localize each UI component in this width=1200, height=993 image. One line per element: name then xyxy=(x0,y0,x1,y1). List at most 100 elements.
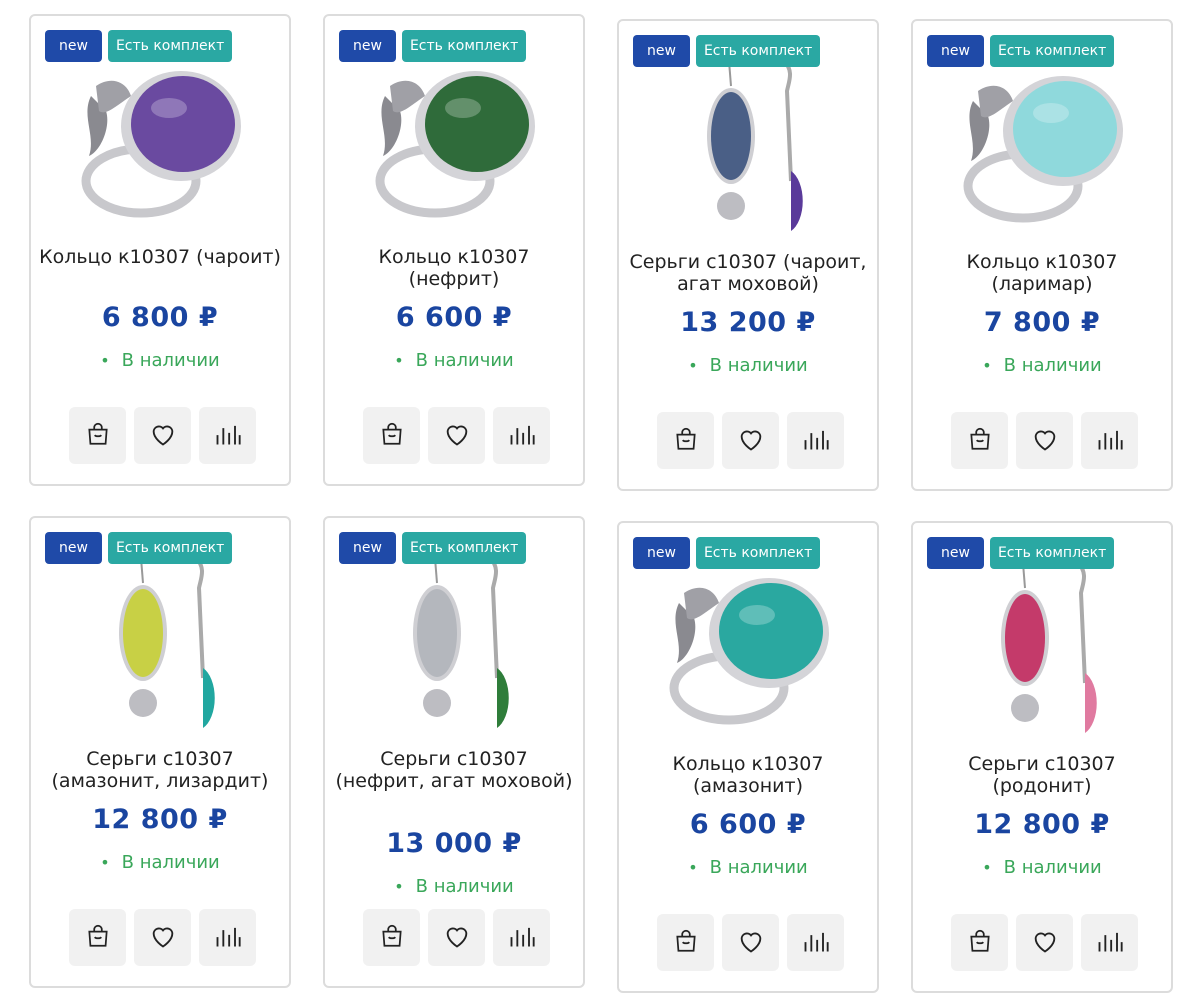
badge-group: new Есть комплект xyxy=(45,532,233,564)
product-title[interactable]: Серьги с10307 (чароит, агат моховой) xyxy=(627,251,869,295)
product-title[interactable]: Серьги с10307 (амазонит, лизардит) xyxy=(39,748,281,792)
product-card[interactable]: new Есть комплект Кольцо к10307 (чароит)… xyxy=(29,14,291,486)
new-badge: new xyxy=(339,532,396,564)
stock-dot-icon: • xyxy=(394,351,404,370)
compare-button[interactable] xyxy=(1081,914,1138,971)
add-to-favorites-button[interactable] xyxy=(428,407,485,464)
compare-icon xyxy=(802,928,830,958)
card-actions xyxy=(363,909,550,966)
stock-status: • В наличии xyxy=(619,355,877,376)
set-badge[interactable]: Есть комплект xyxy=(107,30,233,62)
badge-group: new Есть комплект xyxy=(339,30,527,62)
card-actions xyxy=(951,412,1138,469)
add-to-cart-button[interactable] xyxy=(69,407,126,464)
product-title[interactable]: Кольцо к10307 (чароит) xyxy=(39,246,281,268)
cart-icon xyxy=(967,928,993,958)
product-image[interactable] xyxy=(953,561,1133,733)
card-actions xyxy=(657,914,844,971)
heart-icon xyxy=(1031,426,1059,456)
product-title[interactable]: Серьги с10307 (родонит) xyxy=(921,753,1163,797)
product-title[interactable]: Кольцо к10307 (ларимар) xyxy=(921,251,1163,295)
set-badge[interactable]: Есть комплект xyxy=(401,532,527,564)
cart-icon xyxy=(673,426,699,456)
set-badge[interactable]: Есть комплект xyxy=(989,537,1115,569)
stock-label: В наличии xyxy=(1003,857,1102,878)
add-to-favorites-button[interactable] xyxy=(722,914,779,971)
stock-label: В наличии xyxy=(709,355,808,376)
compare-button[interactable] xyxy=(787,914,844,971)
add-to-favorites-button[interactable] xyxy=(134,909,191,966)
set-badge[interactable]: Есть комплект xyxy=(989,35,1115,67)
heart-icon xyxy=(737,426,765,456)
product-card[interactable]: new Есть комплект Серьги с10307 (родонит… xyxy=(911,521,1173,993)
product-title[interactable]: Серьги с10307 (нефрит, агат моховой) xyxy=(333,748,575,792)
cart-icon xyxy=(85,421,111,451)
product-image[interactable] xyxy=(71,56,251,226)
product-image[interactable] xyxy=(953,61,1133,231)
add-to-favorites-button[interactable] xyxy=(428,909,485,966)
add-to-favorites-button[interactable] xyxy=(722,412,779,469)
compare-button[interactable] xyxy=(493,909,550,966)
stock-status: • В наличии xyxy=(913,355,1171,376)
product-title[interactable]: Кольцо к10307 (амазонит) xyxy=(627,753,869,797)
add-to-cart-button[interactable] xyxy=(951,914,1008,971)
add-to-cart-button[interactable] xyxy=(951,412,1008,469)
add-to-favorites-button[interactable] xyxy=(1016,914,1073,971)
product-card[interactable]: new Есть комплект Серьги с10307 (чароит,… xyxy=(617,19,879,491)
set-badge[interactable]: Есть комплект xyxy=(107,532,233,564)
set-badge[interactable]: Есть комплект xyxy=(695,35,821,67)
product-price: 6 800 ₽ xyxy=(101,302,219,333)
add-to-favorites-button[interactable] xyxy=(134,407,191,464)
compare-button[interactable] xyxy=(787,412,844,469)
set-badge[interactable]: Есть комплект xyxy=(401,30,527,62)
add-to-cart-button[interactable] xyxy=(657,914,714,971)
heart-icon xyxy=(149,923,177,953)
set-badge[interactable]: Есть комплект xyxy=(695,537,821,569)
product-image[interactable] xyxy=(659,563,839,733)
add-to-favorites-button[interactable] xyxy=(1016,412,1073,469)
stock-status: • В наличии xyxy=(31,350,289,371)
add-to-cart-button[interactable] xyxy=(657,412,714,469)
new-badge: new xyxy=(45,30,102,62)
product-card[interactable]: new Есть комплект Кольцо к10307 (амазони… xyxy=(617,521,879,993)
badge-group: new Есть комплект xyxy=(45,30,233,62)
product-image[interactable] xyxy=(71,556,251,728)
stock-dot-icon: • xyxy=(394,877,404,896)
product-title[interactable]: Кольцо к10307 (нефрит) xyxy=(333,246,575,290)
compare-button[interactable] xyxy=(199,407,256,464)
badge-group: new Есть комплект xyxy=(927,537,1115,569)
badge-group: new Есть комплект xyxy=(927,35,1115,67)
compare-button[interactable] xyxy=(199,909,256,966)
product-card[interactable]: new Есть комплект Кольцо к10307 (нефрит)… xyxy=(323,14,585,486)
product-image[interactable] xyxy=(365,56,545,226)
heart-icon xyxy=(443,421,471,451)
product-image[interactable] xyxy=(365,556,545,728)
product-image[interactable] xyxy=(659,59,839,231)
add-to-cart-button[interactable] xyxy=(363,407,420,464)
new-badge: new xyxy=(927,35,984,67)
product-card[interactable]: new Есть комплект Серьги с10307 (амазони… xyxy=(29,516,291,988)
compare-icon xyxy=(802,426,830,456)
cart-icon xyxy=(85,923,111,953)
add-to-cart-button[interactable] xyxy=(363,909,420,966)
product-card[interactable]: new Есть комплект Серьги с10307 (нефрит,… xyxy=(323,516,585,988)
stock-label: В наличии xyxy=(415,876,514,897)
heart-icon xyxy=(443,923,471,953)
compare-button[interactable] xyxy=(493,407,550,464)
stock-status: • В наличии xyxy=(31,852,289,873)
new-badge: new xyxy=(927,537,984,569)
new-badge: new xyxy=(339,30,396,62)
stock-label: В наличии xyxy=(709,857,808,878)
product-price: 12 800 ₽ xyxy=(974,809,1110,840)
cart-icon xyxy=(673,928,699,958)
heart-icon xyxy=(737,928,765,958)
product-card[interactable]: new Есть комплект Кольцо к10307 (ларимар… xyxy=(911,19,1173,491)
card-actions xyxy=(69,407,256,464)
cart-icon xyxy=(379,923,405,953)
card-actions xyxy=(363,407,550,464)
compare-button[interactable] xyxy=(1081,412,1138,469)
add-to-cart-button[interactable] xyxy=(69,909,126,966)
stock-dot-icon: • xyxy=(688,356,698,375)
stock-label: В наличии xyxy=(1003,355,1102,376)
stock-label: В наличии xyxy=(121,350,220,371)
